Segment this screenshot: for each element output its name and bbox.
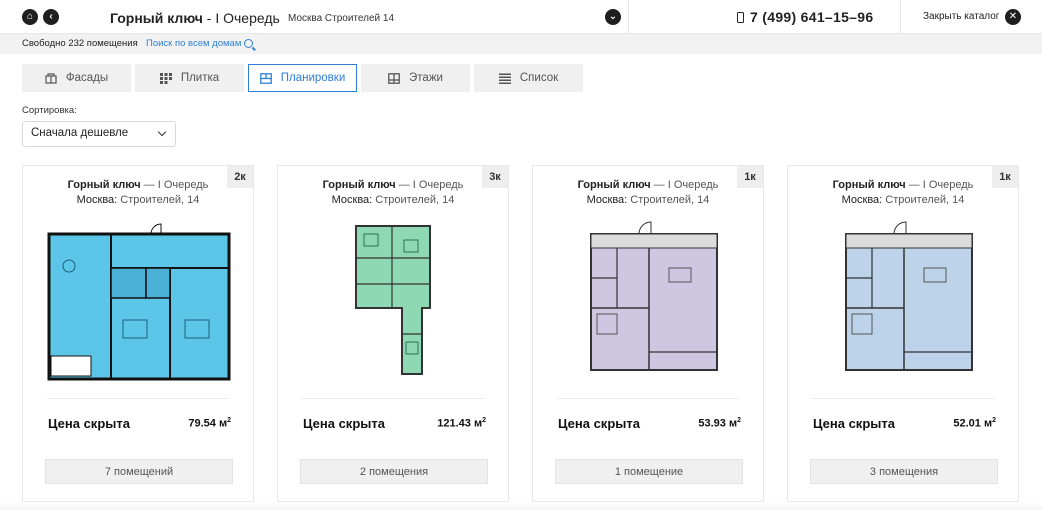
card-city: Москва: [331,194,373,206]
free-units-count: Свободно 232 помещения [22,38,138,49]
page-bottom-edge [0,502,1042,510]
floor-plan-image[interactable] [549,216,749,386]
apartment-card[interactable]: 3к Горный ключ — I Очередь Москва: Строи… [277,165,509,502]
back-arrow-icon[interactable]: ‹ [43,9,59,25]
tab-facades[interactable]: Фасады [22,64,131,92]
tab-label: Этажи [409,72,443,84]
card-divider [302,398,484,399]
area-unit-superscript: 2 [992,417,996,424]
area-unit-superscript: 2 [482,417,486,424]
card-divider [47,398,229,399]
tab-label: Плитка [180,72,220,84]
card-address: Москва: Строителей, 14 [788,194,1018,206]
facade-icon [45,72,57,84]
units-count-button[interactable]: 3 помещения [810,459,998,484]
tab-label: Планировки [280,72,346,84]
card-street: Строителей, 14 [117,194,200,206]
card-queue: — I Очередь [650,179,719,191]
address-dropdown-icon[interactable]: ⌄ [605,9,621,25]
card-complex-name: Горный ключ [577,179,651,191]
apartment-card[interactable]: 2к Горный ключ — I Очередь Москва: Строи… [22,165,254,502]
units-count-button[interactable]: 1 помещение [555,459,743,484]
tiles-icon [159,72,172,84]
area-text: 121.43 м [437,417,483,430]
view-tabs: Фасады Плитка Планировки Этажи Список [22,64,583,92]
tab-label: Список [519,72,559,84]
search-link-text: Поиск по всем домам [146,38,242,49]
search-icon [244,39,254,48]
area-value: 121.43 м2 [437,417,486,430]
sort-selected-value: Сначала дешевле [31,127,129,139]
card-city: Москва: [586,194,628,206]
close-catalog-label[interactable]: Закрыть каталог [923,11,999,22]
area-unit-superscript: 2 [737,417,741,424]
card-queue: — I Очередь [140,179,209,191]
home-icon[interactable]: ⌂ [22,9,38,25]
units-count-button[interactable]: 7 помещений [45,459,233,484]
price-hidden-label: Цена скрыта [813,416,895,431]
card-title: Горный ключ — I Очередь [788,179,1018,191]
phone-icon [737,11,744,23]
search-all-houses-link[interactable]: Поиск по всем домам [146,38,254,49]
card-city: Москва: [841,194,883,206]
area-value: 79.54 м2 [188,417,231,430]
phone-number[interactable]: 7 (499) 641–15–96 [737,9,873,25]
area-value: 53.93 м2 [698,417,741,430]
card-divider [557,398,739,399]
units-count-button[interactable]: 2 помещения [300,459,488,484]
card-divider [812,398,994,399]
tab-tiles[interactable]: Плитка [135,64,244,92]
card-title: Горный ключ — I Очередь [278,179,508,191]
plan-icon [259,72,272,84]
card-city: Москва: [76,194,118,206]
card-address: Москва: Строителей, 14 [23,194,253,206]
card-queue: — I Очередь [905,179,974,191]
card-title: Горный ключ — I Очередь [23,179,253,191]
area-text: 79.54 м [188,417,228,430]
price-hidden-label: Цена скрыта [558,416,640,431]
close-icon[interactable]: ✕ [1005,9,1021,25]
card-complex-name: Горный ключ [67,179,141,191]
header-divider [628,0,629,34]
top-header: ⌂ ‹ Горный ключ - I Очередь Москва Строи… [0,0,1042,34]
area-text: 53.93 м [698,417,738,430]
price-hidden-label: Цена скрыта [303,416,385,431]
apartment-card[interactable]: 1к Горный ключ — I Очередь Москва: Строи… [787,165,1019,502]
list-icon [498,73,511,84]
area-unit-superscript: 2 [227,417,231,424]
tab-label: Фасады [65,72,109,84]
card-street: Строителей, 14 [627,194,710,206]
card-address: Москва: Строителей, 14 [533,194,763,206]
complex-queue: - I Очередь [202,10,280,26]
floor-plan-image[interactable] [804,216,1004,386]
chevron-down-icon [157,127,167,137]
floor-plan-image[interactable] [294,216,494,386]
header-divider [900,0,901,34]
area-text: 52.01 м [953,417,993,430]
card-street: Строителей, 14 [372,194,455,206]
floors-icon [388,72,400,84]
card-complex-name: Горный ключ [832,179,906,191]
tab-list[interactable]: Список [474,64,583,92]
area-value: 52.01 м2 [953,417,996,430]
complex-title: Горный ключ - I Очередь [110,10,280,26]
card-queue: — I Очередь [395,179,464,191]
tab-layouts[interactable]: Планировки [248,64,357,92]
sort-select[interactable]: Сначала дешевле [22,121,176,147]
card-address: Москва: Строителей, 14 [278,194,508,206]
phone-text: 7 (499) 641–15–96 [750,9,874,25]
sort-label: Сортировка: [22,105,77,116]
header-address: Москва Строителей 14 [288,13,395,24]
floor-plan-image[interactable] [39,216,239,386]
complex-name: Горный ключ [110,10,203,26]
card-street: Строителей, 14 [882,194,965,206]
card-title: Горный ключ — I Очередь [533,179,763,191]
tab-floors[interactable]: Этажи [361,64,470,92]
price-hidden-label: Цена скрыта [48,416,130,431]
apartment-card[interactable]: 1к Горный ключ — I Очередь Москва: Строи… [532,165,764,502]
availability-bar: Свободно 232 помещения Поиск по всем дом… [0,34,1042,54]
card-complex-name: Горный ключ [322,179,396,191]
